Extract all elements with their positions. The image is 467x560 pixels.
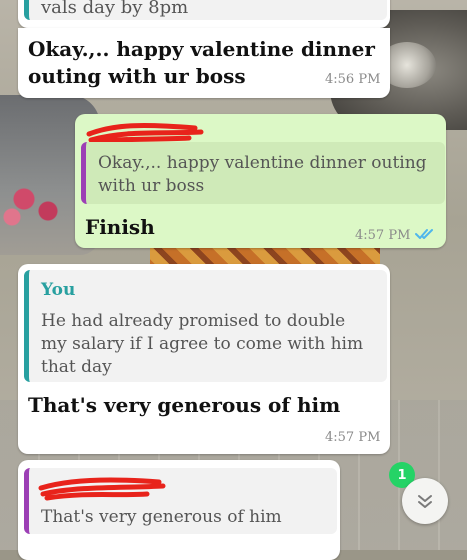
quoted-author: You <box>41 280 76 300</box>
quoted-message-text: He had already promised to double <box>41 311 346 331</box>
quoted-message[interactable]: vals day by 8pm <box>24 0 387 20</box>
chevron-down-icon <box>418 495 432 508</box>
message-time: 4:56 PM <box>325 72 381 87</box>
double-check-icon <box>415 229 433 239</box>
quoted-message[interactable]: You He had already promised to double my… <box>24 270 387 382</box>
message-time: 4:57 PM <box>325 430 381 445</box>
quoted-message-text: vals day by 8pm <box>41 0 189 18</box>
quoted-message[interactable]: That's very generous of him <box>24 468 337 534</box>
message-bubble-outgoing[interactable]: Okay.,.. happy valentine dinner outing w… <box>75 114 446 248</box>
quoted-message-text: my salary if I agree to come with him <box>41 334 364 354</box>
wallpaper-roses <box>0 175 80 235</box>
message-text: outing with ur boss <box>28 64 246 88</box>
message-bubble-incoming[interactable]: vals day by 8pm <box>18 0 390 28</box>
quoted-message-text: Okay.,.. happy valentine dinner outing <box>98 153 427 173</box>
message-bubble-incoming[interactable]: That's very generous of him <box>18 460 340 560</box>
message-time: 4:57 PM <box>355 228 411 243</box>
quoted-message-text: that day <box>41 357 112 377</box>
quoted-message-text: That's very generous of him <box>41 507 282 527</box>
redacted-name-scribble <box>38 477 166 501</box>
message-bubble-incoming[interactable]: Okay.,.. happy valentine dinner outing w… <box>18 28 390 98</box>
message-text: That's very generous of him <box>28 393 341 417</box>
message-text: Finish <box>85 215 155 239</box>
message-text: Okay.,.. happy valentine dinner <box>28 37 375 61</box>
quoted-message-text: with ur boss <box>98 176 205 196</box>
quoted-message[interactable]: Okay.,.. happy valentine dinner outing w… <box>81 142 445 204</box>
message-bubble-incoming[interactable]: You He had already promised to double my… <box>18 264 390 454</box>
scroll-to-bottom-button[interactable] <box>402 478 448 524</box>
